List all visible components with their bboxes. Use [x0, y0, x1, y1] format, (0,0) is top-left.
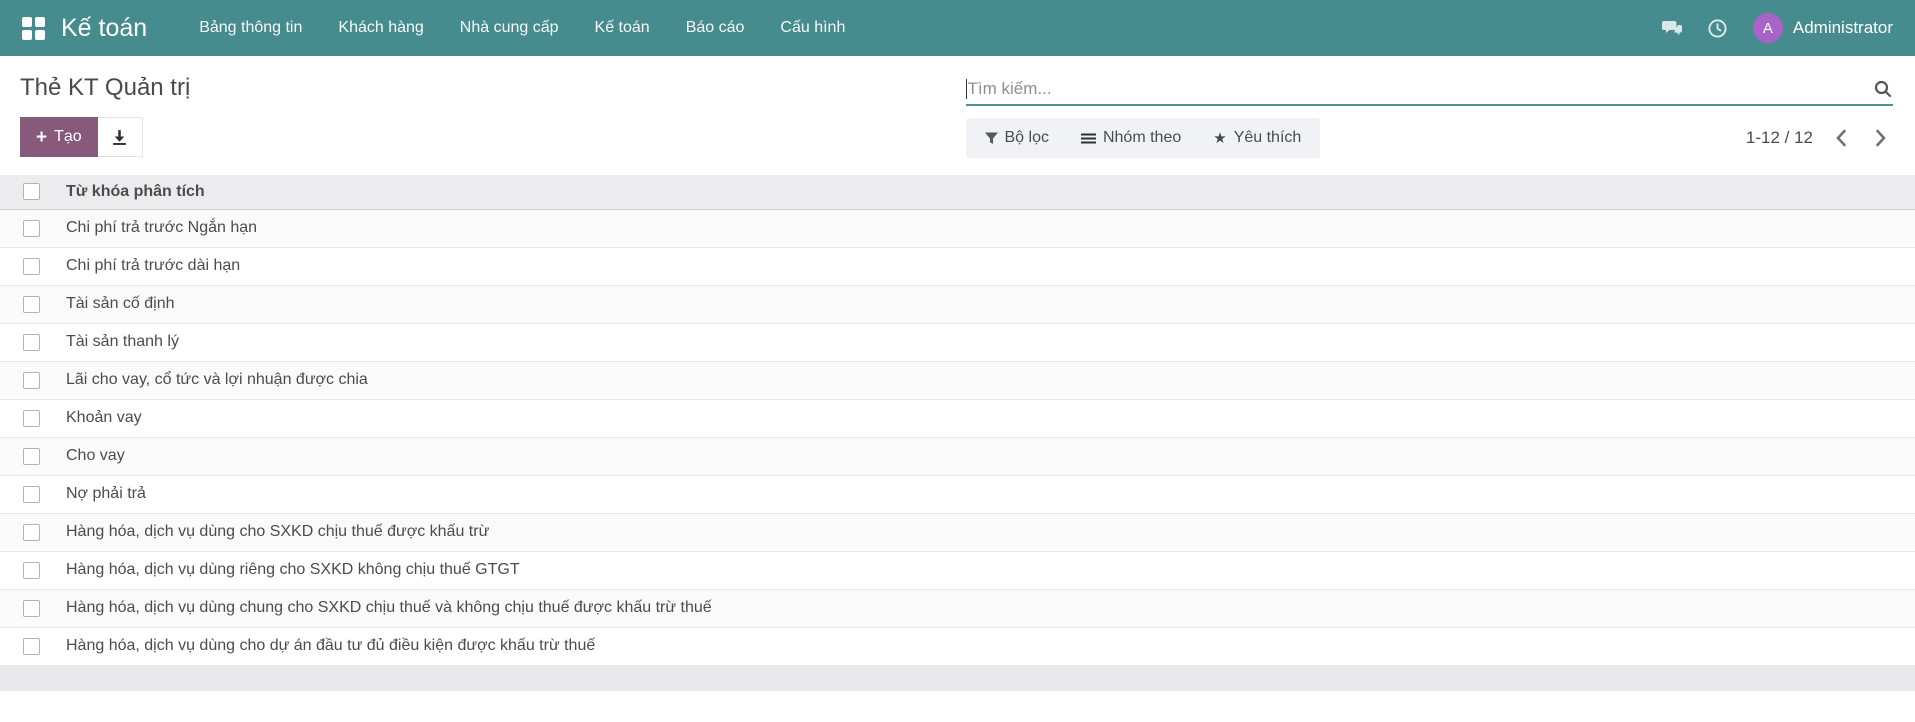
search-options-group: Bộ lọc Nhóm theo ★ Yêu thích: [966, 118, 1321, 158]
row-label[interactable]: Nợ phải trả: [66, 475, 1915, 513]
row-label[interactable]: Chi phí trả trước dài hạn: [66, 247, 1915, 285]
row-checkbox[interactable]: [23, 220, 40, 237]
activity-clock-icon[interactable]: [1707, 17, 1729, 39]
apps-grid-square: [35, 17, 45, 27]
select-all-checkbox[interactable]: [23, 183, 40, 200]
row-checkbox[interactable]: [23, 334, 40, 351]
chevron-right-icon: [1875, 129, 1887, 147]
export-download-button[interactable]: [98, 117, 143, 157]
star-icon: ★: [1213, 129, 1226, 147]
top-nav: Kế toán Bảng thông tinKhách hàngNhà cung…: [0, 0, 1915, 56]
nav-right: A Administrator: [1661, 13, 1893, 43]
table-row[interactable]: Tài sản cố định: [0, 285, 1915, 323]
filter-funnel-icon: [985, 132, 998, 145]
menu-item[interactable]: Nhà cung cấp: [442, 0, 577, 56]
pager-range: 1-12 / 12: [1746, 128, 1813, 148]
row-label[interactable]: Hàng hóa, dịch vụ dùng riêng cho SXKD kh…: [66, 551, 1915, 589]
menu-item[interactable]: Bảng thông tin: [181, 0, 320, 56]
row-checkbox[interactable]: [23, 296, 40, 313]
table-row[interactable]: Hàng hóa, dịch vụ dùng cho SXKD chịu thu…: [0, 513, 1915, 551]
row-label[interactable]: Chi phí trả trước Ngắn hạn: [66, 209, 1915, 247]
table-header-row: Từ khóa phân tích: [0, 175, 1915, 209]
table-row[interactable]: Hàng hóa, dịch vụ dùng riêng cho SXKD kh…: [0, 551, 1915, 589]
row-checkbox[interactable]: [23, 638, 40, 655]
filters-button-label: Bộ lọc: [1005, 129, 1049, 147]
avatar: A: [1753, 13, 1783, 43]
row-checkbox[interactable]: [23, 524, 40, 541]
app-name[interactable]: Kế toán: [61, 14, 147, 43]
row-label[interactable]: Tài sản cố định: [66, 285, 1915, 323]
menu-item[interactable]: Cấu hình: [762, 0, 863, 56]
table-row[interactable]: Hàng hóa, dịch vụ dùng cho dự án đầu tư …: [0, 627, 1915, 665]
group-by-button-label: Nhóm theo: [1103, 129, 1181, 147]
filters-button[interactable]: Bộ lọc: [969, 118, 1065, 158]
apps-grid-square: [35, 30, 45, 40]
favorites-button[interactable]: ★ Yêu thích: [1197, 118, 1317, 158]
create-button-label: Tạo: [54, 128, 82, 146]
table-row[interactable]: Hàng hóa, dịch vụ dùng chung cho SXKD ch…: [0, 589, 1915, 627]
menu-item[interactable]: Khách hàng: [320, 0, 441, 56]
table-row[interactable]: Khoản vay: [0, 399, 1915, 437]
plus-icon: +: [36, 128, 47, 147]
action-buttons: + Tạo: [20, 117, 958, 157]
table-row[interactable]: Cho vay: [0, 437, 1915, 475]
download-icon: [111, 129, 128, 146]
messages-icon[interactable]: [1661, 17, 1683, 39]
page-title: Thẻ KT Quản trị: [20, 74, 958, 102]
group-by-button[interactable]: Nhóm theo: [1065, 118, 1197, 158]
apps-grid-icon[interactable]: [22, 17, 45, 40]
row-checkbox[interactable]: [23, 410, 40, 427]
control-panel-left: Thẻ KT Quản trị + Tạo: [0, 70, 958, 158]
row-label[interactable]: Hàng hóa, dịch vụ dùng chung cho SXKD ch…: [66, 589, 1915, 627]
search-input[interactable]: [967, 79, 1874, 99]
control-panel: Thẻ KT Quản trị + Tạo: [0, 56, 1915, 158]
row-label[interactable]: Cho vay: [66, 437, 1915, 475]
row-checkbox[interactable]: [23, 448, 40, 465]
group-by-bars-icon: [1081, 132, 1096, 145]
chevron-left-icon: [1835, 129, 1847, 147]
row-label[interactable]: Khoản vay: [66, 399, 1915, 437]
menu-item[interactable]: Kế toán: [577, 0, 668, 56]
table-footer-strip: [0, 666, 1915, 691]
search-icon[interactable]: [1873, 79, 1893, 99]
create-button[interactable]: + Tạo: [20, 117, 98, 157]
main-menu: Bảng thông tinKhách hàngNhà cung cấpKế t…: [181, 0, 863, 56]
table-row[interactable]: Nợ phải trả: [0, 475, 1915, 513]
user-menu[interactable]: A Administrator: [1753, 13, 1893, 43]
row-checkbox[interactable]: [23, 258, 40, 275]
row-label[interactable]: Tài sản thanh lý: [66, 323, 1915, 361]
row-label[interactable]: Hàng hóa, dịch vụ dùng cho SXKD chịu thu…: [66, 513, 1915, 551]
row-label[interactable]: Lãi cho vay, cổ tức và lợi nhuận được ch…: [66, 361, 1915, 399]
favorites-button-label: Yêu thích: [1234, 129, 1302, 147]
apps-grid-square: [22, 17, 32, 27]
control-panel-right: Bộ lọc Nhóm theo ★ Yêu thích 1-12 / 12: [958, 70, 1915, 158]
row-label[interactable]: Hàng hóa, dịch vụ dùng cho dự án đầu tư …: [66, 627, 1915, 665]
records-table: Từ khóa phân tích Chi phí trả trước Ngắn…: [0, 175, 1915, 666]
pager: 1-12 / 12: [1746, 127, 1893, 149]
row-checkbox[interactable]: [23, 600, 40, 617]
pager-previous-button[interactable]: [1829, 127, 1853, 149]
pager-next-button[interactable]: [1869, 127, 1893, 149]
list-view: Từ khóa phân tích Chi phí trả trước Ngắn…: [0, 175, 1915, 691]
menu-item[interactable]: Báo cáo: [668, 0, 763, 56]
table-row[interactable]: Chi phí trả trước Ngắn hạn: [0, 209, 1915, 247]
table-row[interactable]: Lãi cho vay, cổ tức và lợi nhuận được ch…: [0, 361, 1915, 399]
search-bar[interactable]: [966, 73, 1894, 106]
table-row[interactable]: Tài sản thanh lý: [0, 323, 1915, 361]
user-name: Administrator: [1793, 18, 1893, 38]
apps-grid-square: [22, 30, 32, 40]
table-body: Chi phí trả trước Ngắn hạn Chi phí trả t…: [0, 209, 1915, 665]
search-options-row: Bộ lọc Nhóm theo ★ Yêu thích 1-12 / 12: [966, 118, 1894, 158]
table-row[interactable]: Chi phí trả trước dài hạn: [0, 247, 1915, 285]
row-checkbox[interactable]: [23, 372, 40, 389]
row-checkbox[interactable]: [23, 562, 40, 579]
row-checkbox[interactable]: [23, 486, 40, 503]
column-header[interactable]: Từ khóa phân tích: [66, 175, 1915, 209]
